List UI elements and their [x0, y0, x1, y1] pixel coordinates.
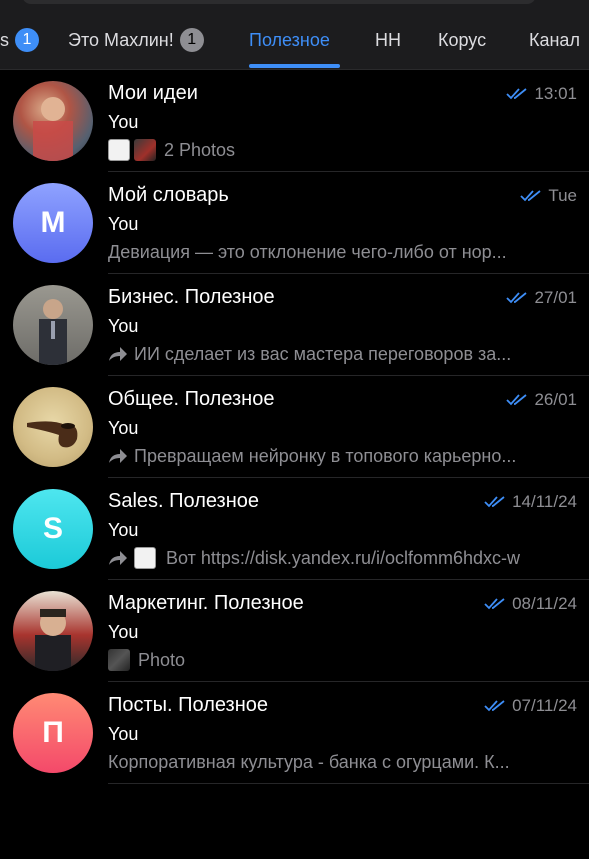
chat-sender: You — [108, 724, 139, 744]
chat-row-moi-idei[interactable]: Мои идеи 13:01 You 2 Photos — [0, 70, 589, 172]
chat-time: 13:01 — [534, 84, 577, 103]
tab-label: Корус — [438, 29, 487, 50]
chat-row-moi-slovar[interactable]: M Мой словарь Tue You Девиация — это отк… — [0, 172, 589, 274]
chat-time: 07/11/24 — [512, 696, 577, 715]
chat-row-biznes-poleznoe[interactable]: Бизнес. Полезное 27/01 You ИИ сделает из… — [0, 274, 589, 376]
forward-icon — [109, 551, 127, 565]
chat-row-obshchee-poleznoe[interactable]: Общее. Полезное 26/01 You Превращаем ней… — [0, 376, 589, 478]
chat-row-sales-poleznoe[interactable]: S Sales. Полезное 14/11/24 You Вот https… — [0, 478, 589, 580]
chat-title: Бизнес. Полезное — [108, 286, 275, 308]
tab-all-chats[interactable]: s 1 — [0, 22, 39, 58]
tab-label: Полезное — [249, 29, 330, 50]
double-check-icon — [506, 88, 528, 100]
chat-row-marketing-poleznoe[interactable]: Маркетинг. Полезное 08/11/24 You Photo — [0, 580, 589, 682]
preview-text: 2 Photos — [164, 139, 236, 160]
divider — [108, 783, 589, 784]
avatar-photo-icon — [35, 609, 71, 671]
tab-eto-makhlin[interactable]: Это Махлин! 1 — [68, 22, 204, 58]
chat-time: 26/01 — [534, 390, 577, 409]
forward-icon — [109, 347, 127, 361]
chat-meta: Tue — [520, 186, 577, 206]
chat-preview: Превращаем нейронку в топового карьерно.… — [108, 444, 577, 468]
tab-kanaly[interactable]: Канал — [529, 22, 580, 58]
tab-label: НН — [375, 29, 401, 50]
tab-korus[interactable]: Корус — [438, 22, 486, 58]
chat-sender: You — [108, 520, 139, 540]
chat-meta: 07/11/24 — [484, 696, 577, 716]
chat-time: 14/11/24 — [512, 492, 577, 511]
double-check-icon — [506, 394, 528, 406]
unread-badge: 1 — [179, 28, 204, 52]
chat-preview: Девиация — это отклонение чего-либо от н… — [108, 240, 577, 264]
chat-meta: 27/01 — [506, 288, 577, 308]
preview-text: Превращаем нейронку в топового карьерно.… — [134, 445, 517, 466]
double-check-icon — [484, 700, 505, 712]
chat-sender: You — [108, 316, 139, 336]
chat-meta: 26/01 — [506, 390, 577, 410]
chat-sender: You — [108, 214, 139, 234]
tab-label: Канал — [529, 29, 580, 50]
avatar — [13, 591, 93, 671]
avatar-photo-icon — [33, 97, 73, 161]
photo-thumbnail-icon — [108, 139, 130, 161]
tab-label: Это Махлин! — [68, 29, 174, 50]
chat-row-posty-poleznoe[interactable]: П Посты. Полезное 07/11/24 You Корпорати… — [0, 682, 589, 784]
chat-sender: You — [108, 112, 139, 132]
chat-time: Tue — [548, 186, 577, 205]
document-thumbnail-icon — [134, 547, 156, 569]
search-bar-edge[interactable] — [22, 0, 536, 4]
chat-meta: 13:01 — [506, 84, 577, 104]
double-check-icon — [484, 496, 505, 508]
tab-poleznoe[interactable]: Полезное — [249, 22, 330, 58]
preview-text: ИИ сделает из вас мастера переговоров за… — [134, 343, 512, 364]
chat-preview: Корпоративная культура - банка с огурцам… — [108, 750, 577, 774]
preview-text: Корпоративная культура - банка с огурцам… — [108, 751, 510, 772]
preview-text: Девиация — это отклонение чего-либо от н… — [108, 241, 507, 262]
preview-text: Photo — [138, 649, 186, 670]
chat-time: 27/01 — [534, 288, 577, 307]
photo-thumbnail-icon — [134, 139, 156, 161]
unread-badge: 1 — [15, 28, 39, 52]
avatar — [13, 387, 93, 467]
avatar: П — [13, 693, 93, 773]
folder-tab-bar: s 1 Это Махлин! 1 Полезное НН Корус Кана… — [0, 0, 589, 70]
active-tab-indicator — [249, 64, 340, 68]
double-check-icon — [506, 292, 528, 304]
chat-title: Маркетинг. Полезное — [108, 592, 304, 614]
double-check-icon — [484, 598, 505, 610]
chat-preview: Photo — [108, 648, 577, 672]
avatar: M — [13, 183, 93, 263]
chat-meta: 14/11/24 — [484, 492, 577, 512]
chat-sender: You — [108, 622, 139, 642]
tab-nn[interactable]: НН — [375, 22, 401, 58]
chat-title: Мои идеи — [108, 82, 198, 104]
chat-title: Sales. Полезное — [108, 490, 260, 512]
chat-preview: ИИ сделает из вас мастера переговоров за… — [108, 342, 577, 366]
chat-preview: Вот https://disk.yandex.ru/i/oclfomm6hdx… — [108, 546, 577, 570]
folder-tabs: s 1 Это Махлин! 1 Полезное НН Корус Кана… — [0, 22, 589, 58]
preview-text: Вот https://disk.yandex.ru/i/oclfomm6hdx… — [166, 547, 520, 568]
avatar: S — [13, 489, 93, 569]
pipe-icon — [27, 421, 78, 448]
chat-meta: 08/11/24 — [484, 594, 577, 614]
chat-title: Общее. Полезное — [108, 388, 275, 410]
chat-preview: 2 Photos — [108, 138, 577, 162]
photo-thumbnail-icon — [108, 649, 130, 671]
chat-time: 08/11/24 — [512, 594, 577, 613]
forward-icon — [109, 449, 127, 463]
chat-sender: You — [108, 418, 139, 438]
chat-title: Мой словарь — [108, 184, 229, 206]
tab-label: s — [0, 29, 9, 50]
chat-title: Посты. Полезное — [108, 694, 269, 716]
double-check-icon — [520, 190, 541, 202]
avatar-photo-icon — [39, 299, 67, 365]
avatar — [13, 285, 93, 365]
avatar — [13, 81, 93, 161]
